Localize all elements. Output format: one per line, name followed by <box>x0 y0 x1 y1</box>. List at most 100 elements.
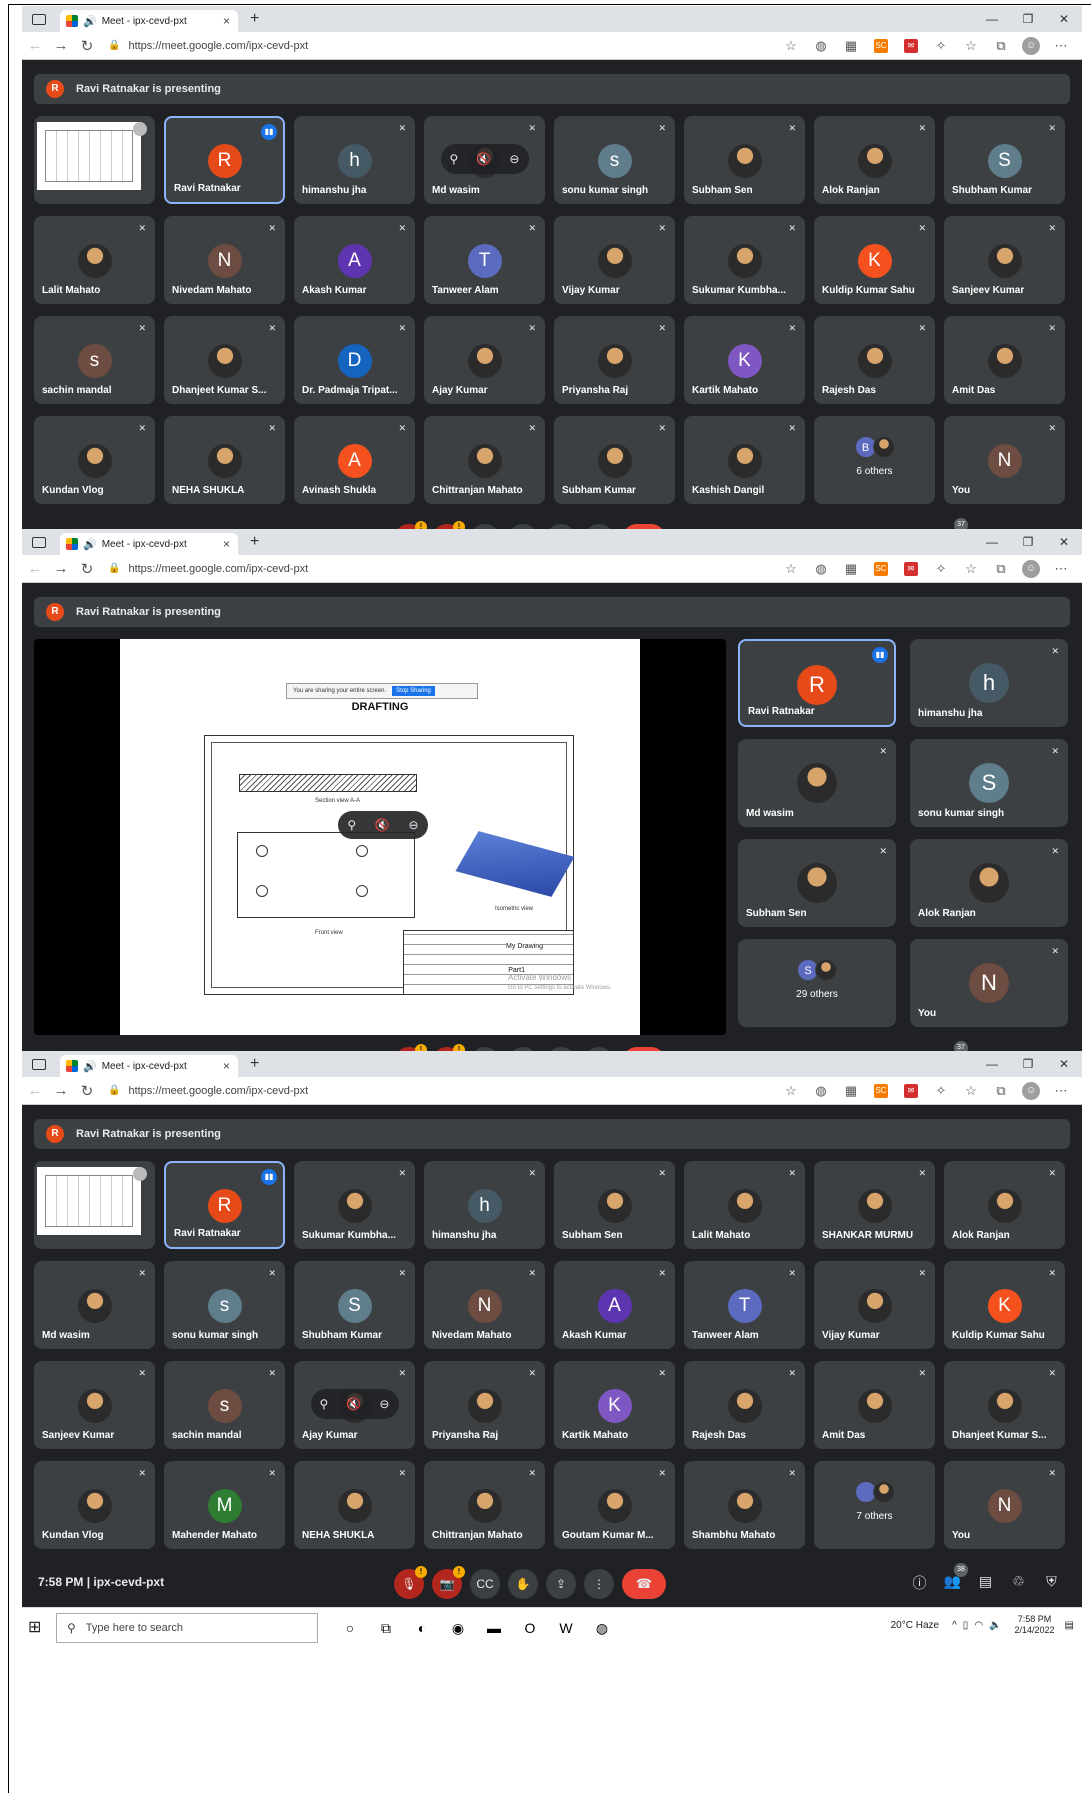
chat-icon[interactable]: ▤ <box>969 1573 1002 1593</box>
restore-icon[interactable]: ❐ <box>1010 529 1046 555</box>
participant-tile[interactable]: ⚲ 🔇 ⊖ Md wasim <box>424 116 545 204</box>
participant-tile[interactable]: A Akash Kumar <box>554 1261 675 1349</box>
screencast-extension-icon[interactable]: SC <box>874 562 888 576</box>
pin-icon[interactable]: ⚲ <box>320 1397 329 1411</box>
participant-tile[interactable]: NEHA SHUKLA <box>164 416 285 504</box>
participant-tile[interactable]: S 29 others <box>738 939 896 1027</box>
add-favorite-icon[interactable]: ☆ <box>776 561 806 577</box>
collections-icon[interactable]: ⧉ <box>986 1083 1016 1099</box>
edge-icon[interactable]: ◐ <box>404 1616 440 1640</box>
participant-tile[interactable]: K Kartik Mahato <box>554 1361 675 1449</box>
tab-close-icon[interactable]: × <box>223 537 230 551</box>
explorer-icon[interactable]: ▬ <box>476 1616 512 1640</box>
participant-tile[interactable]: Amit Das <box>944 316 1065 404</box>
weather-text[interactable]: 20°C Haze <box>891 1620 939 1631</box>
participant-tile[interactable]: Subham Kumar <box>554 416 675 504</box>
participant-tile[interactable]: S Shubham Kumar <box>944 116 1065 204</box>
participant-tile[interactable]: Sanjeev Kumar <box>944 216 1065 304</box>
task-view-icon[interactable]: ⧉ <box>368 1616 404 1640</box>
notifications-icon[interactable]: ▤ <box>1065 1620 1074 1631</box>
participant-tile[interactable]: Kashish Dangil <box>684 416 805 504</box>
participant-tile[interactable]: Goutam Kumar M... <box>554 1461 675 1549</box>
participant-tile[interactable]: N You <box>944 416 1065 504</box>
start-icon[interactable]: ⊞ <box>28 1617 50 1639</box>
browser-tab[interactable]: 🔊 Meet - ipx-cevd-pxt × <box>60 1055 238 1077</box>
participant-tile[interactable]: Sukumar Kumbha... <box>294 1161 415 1249</box>
add-favorite-icon[interactable]: ☆ <box>776 1083 806 1099</box>
profile-avatar[interactable]: ☺ <box>1022 37 1040 55</box>
participant-tile[interactable]: Vijay Kumar <box>554 216 675 304</box>
tray-chevron-icon[interactable]: ^ <box>952 1620 957 1631</box>
back-icon[interactable]: ← <box>22 1082 48 1099</box>
participant-tile[interactable]: A Avinash Shukla <box>294 416 415 504</box>
mute-icon[interactable]: 🔇 <box>476 152 491 166</box>
battery-icon[interactable]: ▯ <box>963 1620 969 1631</box>
close-window-icon[interactable]: ✕ <box>1046 1051 1082 1077</box>
participant-tile[interactable]: Subham Sen <box>554 1161 675 1249</box>
participant-tile[interactable]: SHANKAR MURMU <box>814 1161 935 1249</box>
browser-tab[interactable]: 🔊 Meet - ipx-cevd-pxt × <box>60 10 238 32</box>
forward-icon[interactable]: → <box>48 37 74 54</box>
favorites-icon[interactable]: ☆ <box>956 561 986 577</box>
participant-tile[interactable]: Alok Ranjan <box>944 1161 1065 1249</box>
participant-tile[interactable]: Lalit Mahato <box>34 216 155 304</box>
collections-icon[interactable]: ⧉ <box>986 561 1016 577</box>
participant-tile[interactable]: ⚲ 🔇 ⊖ Ajay Kumar <box>294 1361 415 1449</box>
presentation-thumbnail[interactable] <box>34 116 155 204</box>
participant-tile[interactable]: s sachin mandal <box>34 316 155 404</box>
participant-tile[interactable]: Amit Das <box>814 1361 935 1449</box>
pdf-extension-icon[interactable]: ✉ <box>904 1084 918 1098</box>
extensions-icon[interactable]: ✧ <box>926 38 956 54</box>
participant-tile[interactable]: B 6 others <box>814 416 935 504</box>
participant-tile[interactable]: Chittranjan Mahato <box>424 416 545 504</box>
participant-tile[interactable]: Rajesh Das <box>814 316 935 404</box>
forward-icon[interactable]: → <box>48 560 74 577</box>
participant-tile[interactable]: 7 others <box>814 1461 935 1549</box>
firefox-icon[interactable]: ◉ <box>440 1616 476 1640</box>
lock-icon[interactable]: 🔒 <box>108 40 120 51</box>
cortana-icon[interactable]: ○ <box>332 1616 368 1640</box>
participant-tile[interactable]: T Tanweer Alam <box>684 1261 805 1349</box>
mic-toggle-button[interactable]: 🎙! <box>394 1566 427 1599</box>
more-icon[interactable]: ⋯ <box>1046 561 1076 577</box>
participant-tile[interactable]: N You <box>910 939 1068 1027</box>
new-tab-button[interactable]: + <box>250 1055 259 1073</box>
others-count[interactable]: 6 others <box>814 466 935 477</box>
remove-icon[interactable]: ⊖ <box>509 152 519 166</box>
volume-icon[interactable]: 🔈 <box>989 1620 1001 1631</box>
screencast-extension-icon[interactable]: SC <box>874 39 888 53</box>
more-icon[interactable]: ⋯ <box>1046 1083 1076 1099</box>
unpin-icon[interactable] <box>133 1167 147 1181</box>
participant-tile[interactable]: Md wasim <box>738 739 896 827</box>
others-count[interactable]: 7 others <box>814 1511 935 1522</box>
tracking-icon[interactable]: ◍ <box>806 1083 836 1099</box>
word-icon[interactable]: W <box>548 1616 584 1640</box>
tab-close-icon[interactable]: × <box>223 1059 230 1073</box>
restore-icon[interactable]: ❐ <box>1010 1051 1046 1077</box>
participant-tile[interactable]: h himanshu jha <box>294 116 415 204</box>
participant-tile[interactable]: h himanshu jha <box>424 1161 545 1249</box>
lock-icon[interactable]: 🔒 <box>108 563 120 574</box>
participant-tile[interactable]: NEHA SHUKLA <box>294 1461 415 1549</box>
minimize-icon[interactable]: — <box>974 1051 1010 1077</box>
speaker-icon[interactable]: 🔊 <box>83 15 97 28</box>
pin-icon[interactable]: ⚲ <box>347 818 356 832</box>
participant-tile[interactable]: Subham Sen <box>738 839 896 927</box>
collections-icon[interactable]: ⧉ <box>986 38 1016 54</box>
url-field[interactable]: 🔒 https://meet.google.com/ipx-cevd-pxt <box>108 40 668 52</box>
participant-tile[interactable]: R ▮▮ Ravi Ratnakar <box>738 639 896 727</box>
others-count[interactable]: 29 others <box>738 989 896 1000</box>
opera-icon[interactable]: O <box>512 1616 548 1640</box>
more-options-button[interactable]: ⋮ <box>584 1569 614 1599</box>
participant-tile[interactable]: Vijay Kumar <box>814 1261 935 1349</box>
participant-tile[interactable]: S Shubham Kumar <box>294 1261 415 1349</box>
participant-tile[interactable]: Md wasim <box>34 1261 155 1349</box>
participant-tile[interactable]: Alok Ranjan <box>814 116 935 204</box>
participant-tile[interactable]: Chittranjan Mahato <box>424 1461 545 1549</box>
back-icon[interactable]: ← <box>22 560 48 577</box>
pin-icon[interactable]: ⚲ <box>450 152 459 166</box>
participant-tile[interactable]: Ssonu kumar singh <box>910 739 1068 827</box>
close-window-icon[interactable]: ✕ <box>1046 529 1082 555</box>
minimize-icon[interactable]: — <box>974 529 1010 555</box>
participant-tile[interactable]: s sachin mandal <box>164 1361 285 1449</box>
